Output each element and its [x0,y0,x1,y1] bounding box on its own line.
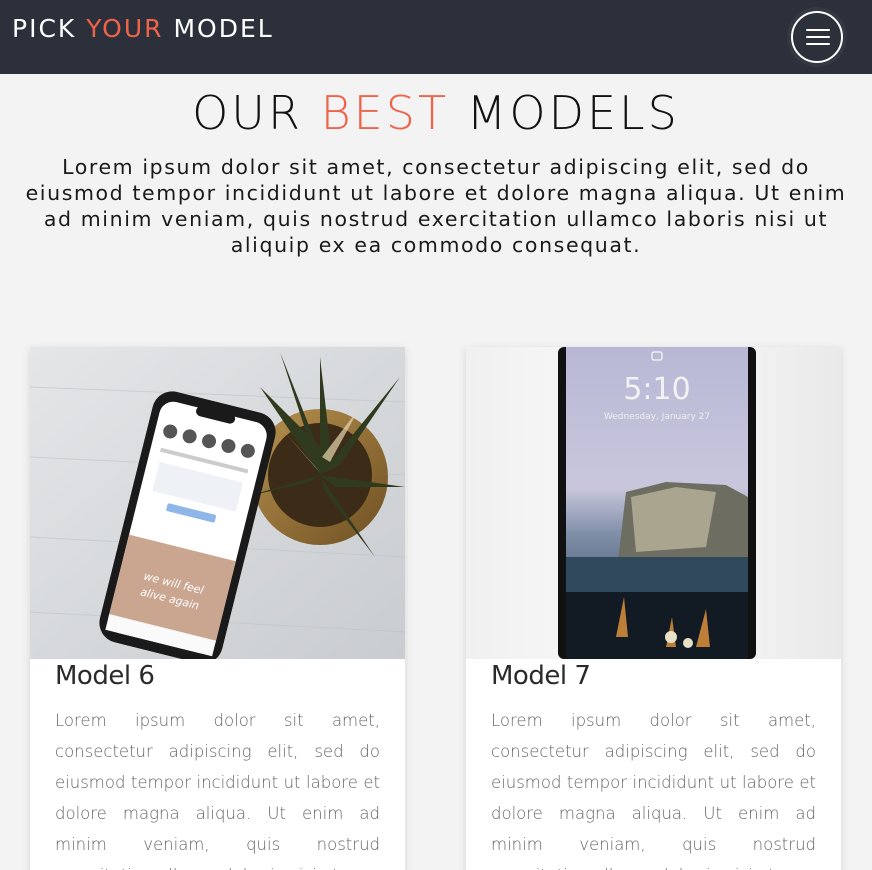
card-title: Model 6 [55,661,155,691]
navbar: PICK YOUR MODEL [0,0,872,74]
brand-prefix: PICK [12,14,77,43]
model-card[interactable]: 5:10 Wednesday, January 27 Model 7 Lorem… [466,347,841,870]
card-description: Lorem ipsum dolor sit amet, consectetur … [55,711,380,870]
card-description: Lorem ipsum dolor sit amet, consectetur … [491,711,816,870]
card-title: Model 7 [491,661,591,691]
model-6-image: we will feel alive again [30,347,405,659]
page-title: OUR BEST MODELS [0,86,872,140]
title-suffix: MODELS [466,86,680,140]
menu-button[interactable] [791,11,843,63]
model-7-image: 5:10 Wednesday, January 27 [466,347,841,659]
brand-suffix: MODEL [173,14,274,43]
intro-text: Lorem ipsum dolor sit amet, consectetur … [25,155,847,257]
model-card[interactable]: we will feel alive again Model 6 Lorem i… [30,347,405,870]
lock-screen-date: Wednesday, January 27 [604,412,710,422]
brand-logo[interactable]: PICK YOUR MODEL [12,14,274,43]
title-accent: BEST [320,86,450,140]
lock-screen-time: 5:10 [623,372,690,407]
title-prefix: OUR [192,86,303,140]
brand-accent: YOUR [86,14,164,43]
hamburger-icon [806,29,830,31]
